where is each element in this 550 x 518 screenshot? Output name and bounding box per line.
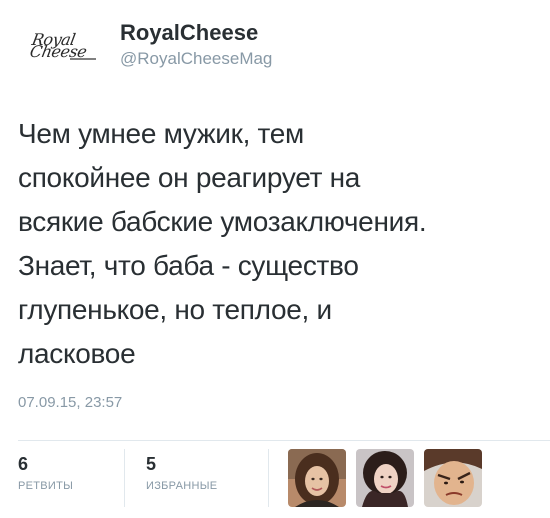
favorites-stat[interactable]: 5 ИЗБРАННЫЕ xyxy=(146,453,217,494)
tweet-text: Чем умнее мужик, тем спокойнее он реагир… xyxy=(18,118,427,369)
author-name-block[interactable]: RoyalCheese @RoyalCheeseMag xyxy=(120,20,272,70)
favoriter-avatar[interactable] xyxy=(288,449,346,507)
author-display-name[interactable]: RoyalCheese xyxy=(120,20,272,46)
favoriter-avatar[interactable] xyxy=(424,449,482,507)
tweet-timestamp[interactable]: 07.09.15, 23:57 xyxy=(18,394,122,411)
favoriter-avatar[interactable] xyxy=(356,449,414,507)
tweet-card: Royal Cheese RoyalCheese @RoyalCheeseMag… xyxy=(0,0,550,518)
user-avatar-icon xyxy=(356,449,414,507)
favorites-count: 5 xyxy=(146,454,157,474)
stats-separator xyxy=(124,449,125,507)
tweet-stats: 6 РЕТВИТЫ 5 ИЗБРАННЫЕ xyxy=(0,441,550,518)
avatar-logo-underline xyxy=(70,58,96,60)
retweets-label: РЕТВИТЫ xyxy=(18,480,74,492)
retweets-stat[interactable]: 6 РЕТВИТЫ xyxy=(18,453,73,494)
favorites-label: ИЗБРАННЫЕ xyxy=(146,480,218,492)
stats-separator xyxy=(268,449,269,507)
author-avatar[interactable]: Royal Cheese xyxy=(26,18,98,76)
retweets-count: 6 xyxy=(18,454,29,474)
user-avatar-icon xyxy=(424,449,482,507)
author-screen-name[interactable]: @RoyalCheeseMag xyxy=(120,48,272,70)
user-avatar-icon xyxy=(288,449,346,507)
tweet-header: Royal Cheese RoyalCheese @RoyalCheeseMag xyxy=(12,10,532,80)
